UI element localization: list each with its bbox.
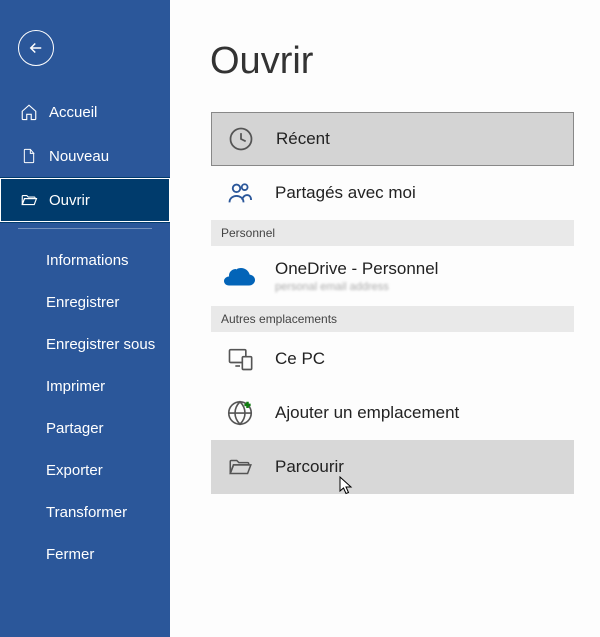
- sidebar-item-label: Transformer: [46, 504, 127, 521]
- back-arrow-icon: [27, 39, 45, 57]
- back-button[interactable]: [18, 30, 54, 66]
- sidebar-item-info[interactable]: Informations: [0, 239, 170, 281]
- sidebar: Accueil Nouveau Ouvrir Informations Enre…: [0, 0, 170, 637]
- location-shared[interactable]: Partagés avec moi: [211, 166, 574, 220]
- sidebar-item-label: Informations: [46, 252, 129, 269]
- people-icon: [223, 176, 257, 210]
- folder-open-icon: [19, 190, 39, 210]
- sidebar-item-export[interactable]: Exporter: [0, 449, 170, 491]
- sidebar-item-label: Enregistrer: [46, 294, 119, 311]
- location-thispc[interactable]: Ce PC: [211, 332, 574, 386]
- location-label: Récent: [276, 129, 330, 149]
- mouse-cursor-icon: [339, 476, 355, 496]
- globe-plus-icon: [223, 396, 257, 430]
- location-label: Ce PC: [275, 349, 325, 369]
- onedrive-icon: [223, 259, 257, 293]
- sidebar-item-label: Accueil: [49, 104, 97, 121]
- computer-icon: [223, 342, 257, 376]
- sidebar-item-open[interactable]: Ouvrir: [0, 178, 170, 222]
- sidebar-item-new[interactable]: Nouveau: [0, 134, 170, 178]
- page-title: Ouvrir: [210, 40, 590, 83]
- folder-open-icon: [223, 450, 257, 484]
- sidebar-item-print[interactable]: Imprimer: [0, 365, 170, 407]
- sidebar-item-label: Enregistrer sous: [46, 336, 155, 353]
- location-browse[interactable]: Parcourir: [211, 440, 574, 494]
- home-icon: [19, 102, 39, 122]
- location-sublabel: personal email address: [275, 281, 438, 293]
- location-label: Partagés avec moi: [275, 183, 416, 203]
- category-personal: Personnel: [211, 220, 574, 246]
- sidebar-item-close[interactable]: Fermer: [0, 533, 170, 575]
- main-panel: Ouvrir Récent Partagés avec moi Personne…: [170, 0, 600, 637]
- sidebar-item-save[interactable]: Enregistrer: [0, 281, 170, 323]
- sidebar-item-label: Imprimer: [46, 378, 105, 395]
- location-recent[interactable]: Récent: [211, 112, 574, 166]
- location-onedrive[interactable]: OneDrive - Personnel personal email addr…: [211, 246, 574, 306]
- sidebar-item-label: Exporter: [46, 462, 103, 479]
- sidebar-item-home[interactable]: Accueil: [0, 90, 170, 134]
- sidebar-item-label: Partager: [46, 420, 104, 437]
- location-list: Récent Partagés avec moi Personnel OneDr…: [210, 111, 575, 495]
- sidebar-item-label: Fermer: [46, 546, 94, 563]
- sidebar-item-transform[interactable]: Transformer: [0, 491, 170, 533]
- sidebar-item-share[interactable]: Partager: [0, 407, 170, 449]
- category-other: Autres emplacements: [211, 306, 574, 332]
- location-label: Ajouter un emplacement: [275, 403, 459, 423]
- location-label: OneDrive - Personnel: [275, 259, 438, 279]
- sidebar-item-label: Nouveau: [49, 148, 109, 165]
- file-icon: [19, 146, 39, 166]
- sidebar-item-label: Ouvrir: [49, 192, 90, 209]
- sidebar-separator: [18, 228, 152, 229]
- location-addplace[interactable]: Ajouter un emplacement: [211, 386, 574, 440]
- clock-icon: [224, 122, 258, 156]
- sidebar-item-saveas[interactable]: Enregistrer sous: [0, 323, 170, 365]
- location-label: Parcourir: [275, 457, 344, 477]
